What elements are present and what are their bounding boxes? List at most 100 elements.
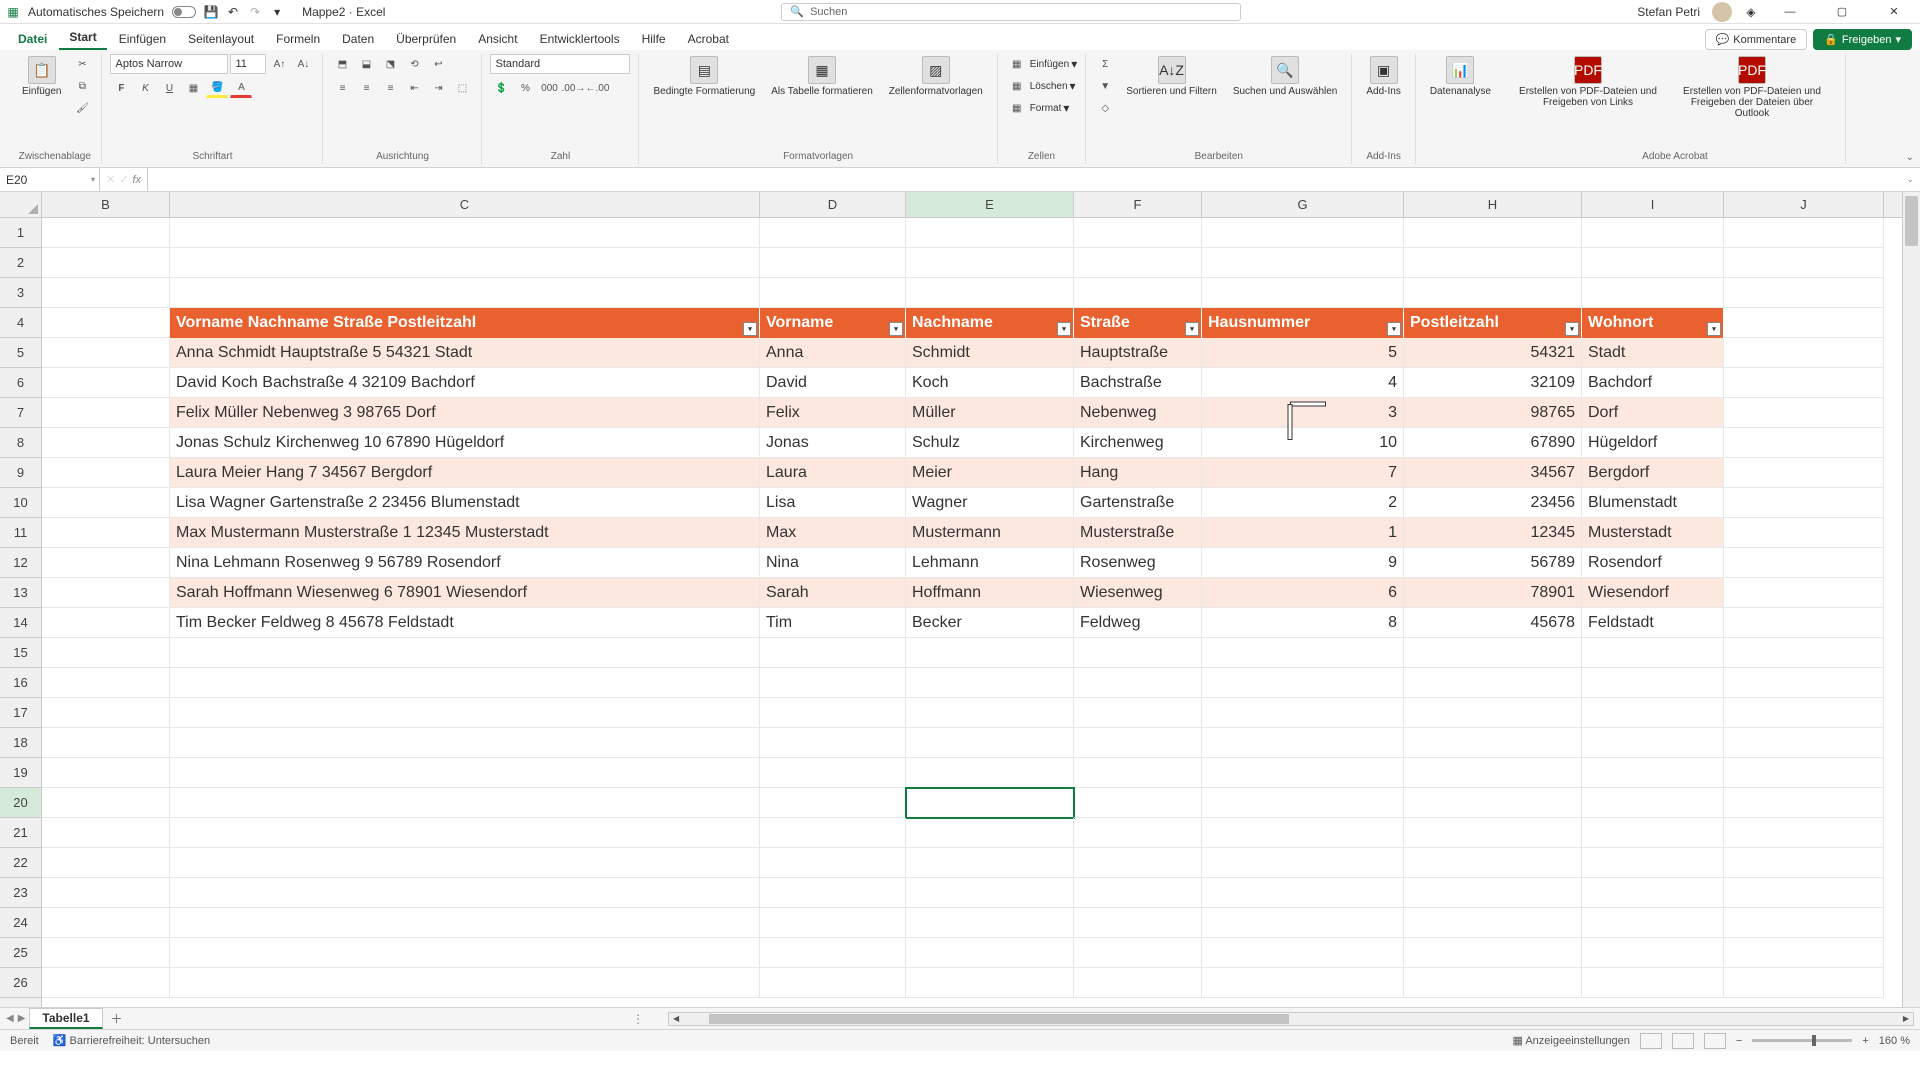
hscroll-left-icon[interactable]: ◀ (669, 1013, 683, 1025)
cell-I22[interactable] (1582, 848, 1724, 878)
save-icon[interactable]: 💾 (204, 5, 218, 19)
cell-B3[interactable] (42, 278, 170, 308)
cell-D2[interactable] (760, 248, 906, 278)
normal-view-button[interactable] (1640, 1033, 1662, 1049)
cell-D12[interactable]: Nina (760, 548, 906, 578)
cell-G12[interactable]: 9 (1202, 548, 1404, 578)
cell-J2[interactable] (1724, 248, 1884, 278)
search-box[interactable]: 🔍 Suchen (781, 3, 1241, 21)
cell-F5[interactable]: Hauptstraße (1074, 338, 1202, 368)
cell-B21[interactable] (42, 818, 170, 848)
cell-B20[interactable] (42, 788, 170, 818)
col-header-F[interactable]: F (1074, 192, 1202, 217)
cell-E25[interactable] (906, 938, 1074, 968)
row-header-12[interactable]: 12 (0, 548, 41, 578)
minimize-button[interactable]: — (1770, 2, 1810, 22)
cell-F6[interactable]: Bachstraße (1074, 368, 1202, 398)
cell-J19[interactable] (1724, 758, 1884, 788)
cancel-formula-icon[interactable]: ✕ (106, 173, 115, 186)
cell-D4[interactable]: Vorname▾ (760, 308, 906, 338)
display-settings[interactable]: ▦ Anzeigeeinstellungen (1512, 1034, 1629, 1047)
cell-G2[interactable] (1202, 248, 1404, 278)
cell-C2[interactable] (170, 248, 760, 278)
percent-icon[interactable]: % (514, 78, 536, 98)
cell-I23[interactable] (1582, 878, 1724, 908)
cell-B1[interactable] (42, 218, 170, 248)
cell-C19[interactable] (170, 758, 760, 788)
cell-H17[interactable] (1404, 698, 1582, 728)
cell-D20[interactable] (760, 788, 906, 818)
cell-D14[interactable]: Tim (760, 608, 906, 638)
cell-C22[interactable] (170, 848, 760, 878)
cell-D7[interactable]: Felix (760, 398, 906, 428)
accept-formula-icon[interactable]: ✓ (119, 173, 128, 186)
cell-C9[interactable]: Laura Meier Hang 7 34567 Bergdorf (170, 458, 760, 488)
col-header-G[interactable]: G (1202, 192, 1404, 217)
cell-F7[interactable]: Nebenweg (1074, 398, 1202, 428)
row-header-1[interactable]: 1 (0, 218, 41, 248)
cell-E8[interactable]: Schulz (906, 428, 1074, 458)
format-cells-button[interactable]: ▦Format ▾ (1006, 98, 1070, 118)
cell-H22[interactable] (1404, 848, 1582, 878)
vertical-scrollbar[interactable] (1902, 192, 1920, 1007)
cell-B6[interactable] (42, 368, 170, 398)
cell-J21[interactable] (1724, 818, 1884, 848)
cell-E3[interactable] (906, 278, 1074, 308)
cell-E12[interactable]: Lehmann (906, 548, 1074, 578)
row-header-13[interactable]: 13 (0, 578, 41, 608)
cell-D23[interactable] (760, 878, 906, 908)
cell-F3[interactable] (1074, 278, 1202, 308)
cell-J5[interactable] (1724, 338, 1884, 368)
paste-button[interactable]: 📋Einfügen (16, 54, 67, 99)
cell-J11[interactable] (1724, 518, 1884, 548)
cell-E22[interactable] (906, 848, 1074, 878)
merge-icon[interactable]: ⬚ (451, 78, 473, 98)
cell-H26[interactable] (1404, 968, 1582, 998)
cell-F12[interactable]: Rosenweg (1074, 548, 1202, 578)
wrap-text-icon[interactable]: ↩ (427, 54, 449, 74)
cell-G3[interactable] (1202, 278, 1404, 308)
cell-D3[interactable] (760, 278, 906, 308)
cell-D19[interactable] (760, 758, 906, 788)
add-sheet-button[interactable]: ＋ (107, 1010, 127, 1027)
row-header-4[interactable]: 4 (0, 308, 41, 338)
cell-B19[interactable] (42, 758, 170, 788)
cell-B11[interactable] (42, 518, 170, 548)
filter-button-F[interactable]: ▾ (1185, 322, 1199, 336)
copy-icon[interactable]: ⧉ (71, 76, 93, 96)
cell-F17[interactable] (1074, 698, 1202, 728)
autosum-icon[interactable]: Σ (1094, 54, 1116, 74)
cell-B18[interactable] (42, 728, 170, 758)
cell-J1[interactable] (1724, 218, 1884, 248)
cell-E5[interactable]: Schmidt (906, 338, 1074, 368)
cell-I20[interactable] (1582, 788, 1724, 818)
cell-D25[interactable] (760, 938, 906, 968)
increase-decimal-icon[interactable]: .00→ (562, 78, 584, 98)
row-header-23[interactable]: 23 (0, 878, 41, 908)
row-header-6[interactable]: 6 (0, 368, 41, 398)
tab-insert[interactable]: Einfügen (109, 28, 176, 50)
cell-C20[interactable] (170, 788, 760, 818)
cell-D21[interactable] (760, 818, 906, 848)
cell-E4[interactable]: Nachname▾ (906, 308, 1074, 338)
cell-F22[interactable] (1074, 848, 1202, 878)
col-header-C[interactable]: C (170, 192, 760, 217)
align-bottom-icon[interactable]: ⬔ (379, 54, 401, 74)
cell-G20[interactable] (1202, 788, 1404, 818)
cell-J8[interactable] (1724, 428, 1884, 458)
zoom-slider[interactable] (1752, 1039, 1852, 1042)
decrease-font-icon[interactable]: A↓ (292, 54, 314, 74)
cell-J3[interactable] (1724, 278, 1884, 308)
fill-icon[interactable]: ▼ (1094, 76, 1116, 96)
format-as-table-button[interactable]: ▦Als Tabelle formatieren (765, 54, 879, 99)
cell-E11[interactable]: Mustermann (906, 518, 1074, 548)
avatar[interactable] (1712, 2, 1732, 22)
cell-J15[interactable] (1724, 638, 1884, 668)
cell-G15[interactable] (1202, 638, 1404, 668)
cell-B14[interactable] (42, 608, 170, 638)
tab-home[interactable]: Start (59, 26, 106, 50)
cell-H24[interactable] (1404, 908, 1582, 938)
autosave-toggle[interactable] (172, 6, 196, 18)
cell-D1[interactable] (760, 218, 906, 248)
cell-B22[interactable] (42, 848, 170, 878)
